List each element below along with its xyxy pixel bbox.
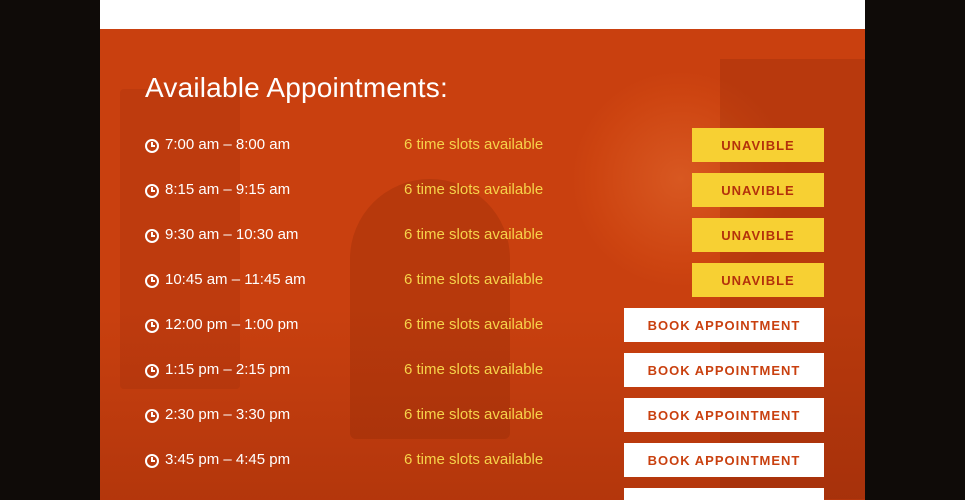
book-appointment-button[interactable]: BOOK APPOINTMENT [624, 398, 824, 432]
page-frame: Available Appointments: 7:00 am – 8:00 a… [100, 0, 865, 500]
slots-available: 6 time slots available [404, 136, 544, 153]
section-title: Available Appointments: [145, 72, 448, 103]
slots-available: 6 time slots available [404, 316, 544, 333]
clock-icon [145, 229, 159, 243]
unavailable-button[interactable]: UNAVIBLE [692, 128, 824, 162]
clock-icon [145, 454, 159, 468]
book-appointment-button[interactable]: BOOK APPOINTMENT [624, 353, 824, 387]
unavailable-button[interactable]: UNAVIBLE [692, 263, 824, 297]
appointment-row: 10:45 am – 11:45 am 6 time slots availab… [100, 263, 865, 299]
slots-available: 6 time slots available [404, 361, 544, 378]
appointment-time: 9:30 am – 10:30 am [165, 226, 299, 243]
clock-icon [145, 409, 159, 423]
slots-available: 6 time slots available [404, 226, 544, 243]
clock-icon [145, 319, 159, 333]
slots-available: 6 time slots available [404, 451, 544, 468]
slots-available: 6 time slots available [404, 181, 544, 198]
appointment-row: 2:30 pm – 3:30 pm 6 time slots available… [100, 398, 865, 434]
unavailable-button[interactable]: UNAVIBLE [692, 218, 824, 252]
book-appointment-button[interactable]: BOOK APPOINTMENT [624, 443, 824, 477]
slots-available: 6 time slots available [404, 406, 544, 423]
appointment-row: 1:15 pm – 2:15 pm 6 time slots available… [100, 353, 865, 389]
appointment-time: 10:45 am – 11:45 am [165, 271, 306, 288]
appointment-time: 8:15 am – 9:15 am [165, 181, 291, 198]
book-appointment-button[interactable]: BOOK APPOINTMENT [624, 308, 824, 342]
appointment-row: 12:00 pm – 1:00 pm 6 time slots availabl… [100, 308, 865, 344]
appointment-time: 7:00 am – 8:00 am [165, 136, 291, 153]
top-white-bar [100, 0, 865, 29]
appointment-row: 9:30 am – 10:30 am 6 time slots availabl… [100, 218, 865, 254]
clock-icon [145, 184, 159, 198]
appointment-time: 2:30 pm – 3:30 pm [165, 406, 291, 423]
book-appointment-button[interactable] [624, 488, 824, 500]
appointment-row: 8:15 am – 9:15 am 6 time slots available… [100, 173, 865, 209]
clock-icon [145, 274, 159, 288]
appointment-row-partial [100, 488, 865, 500]
appointment-row: 3:45 pm – 4:45 pm 6 time slots available… [100, 443, 865, 479]
appointments-panel: Available Appointments: 7:00 am – 8:00 a… [100, 29, 865, 500]
clock-icon [145, 364, 159, 378]
appointment-time: 3:45 pm – 4:45 pm [165, 451, 291, 468]
clock-icon [145, 139, 159, 153]
appointment-time: 1:15 pm – 2:15 pm [165, 361, 291, 378]
unavailable-button[interactable]: UNAVIBLE [692, 173, 824, 207]
appointment-row: 7:00 am – 8:00 am 6 time slots available… [100, 128, 865, 164]
appointment-time: 12:00 pm – 1:00 pm [165, 316, 299, 333]
slots-available: 6 time slots available [404, 271, 544, 288]
